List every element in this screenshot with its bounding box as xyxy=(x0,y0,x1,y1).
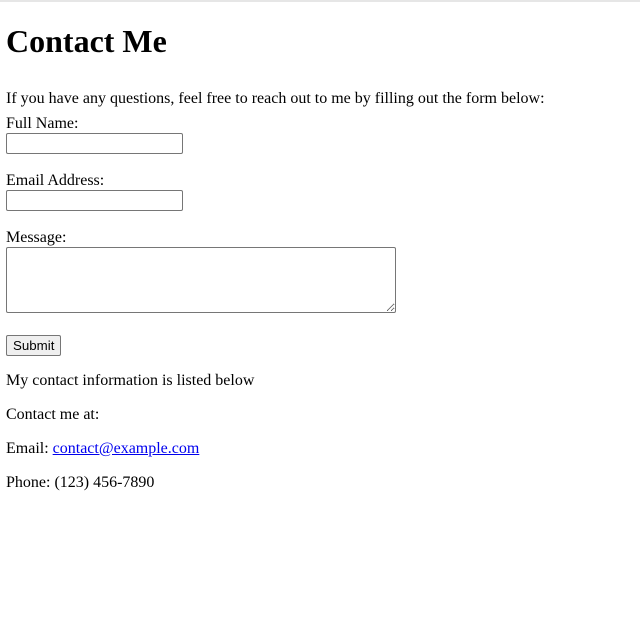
email-input[interactable] xyxy=(6,190,183,211)
name-label: Full Name: xyxy=(6,115,79,132)
intro-text: If you have any questions, feel free to … xyxy=(6,90,545,107)
page-content: Contact Me If you have any questions, fe… xyxy=(0,23,640,492)
contact-me-at-text: Contact me at: xyxy=(6,406,100,423)
page-title: Contact Me xyxy=(6,23,167,59)
contact-info-text: My contact information is listed below xyxy=(6,372,255,389)
submit-button[interactable]: Submit xyxy=(6,335,62,356)
name-input[interactable] xyxy=(6,133,183,154)
message-textarea[interactable] xyxy=(6,247,396,313)
email-line: Email: contact@example.com xyxy=(6,440,634,458)
email-prefix: Email: xyxy=(6,440,53,457)
email-label: Email Address: xyxy=(6,172,105,189)
phone-line: Phone: (123) 456-7890 xyxy=(6,474,155,491)
email-link[interactable]: contact@example.com xyxy=(53,440,200,457)
top-rule xyxy=(0,0,640,2)
name-field-group: Full Name: xyxy=(6,115,634,154)
contact-form: Full Name: Email Address: Message: Submi… xyxy=(6,115,634,356)
message-label: Message: xyxy=(6,229,67,246)
message-field-group: Message: xyxy=(6,229,634,313)
submit-row: Submit xyxy=(6,335,634,356)
email-field-group: Email Address: xyxy=(6,172,634,211)
